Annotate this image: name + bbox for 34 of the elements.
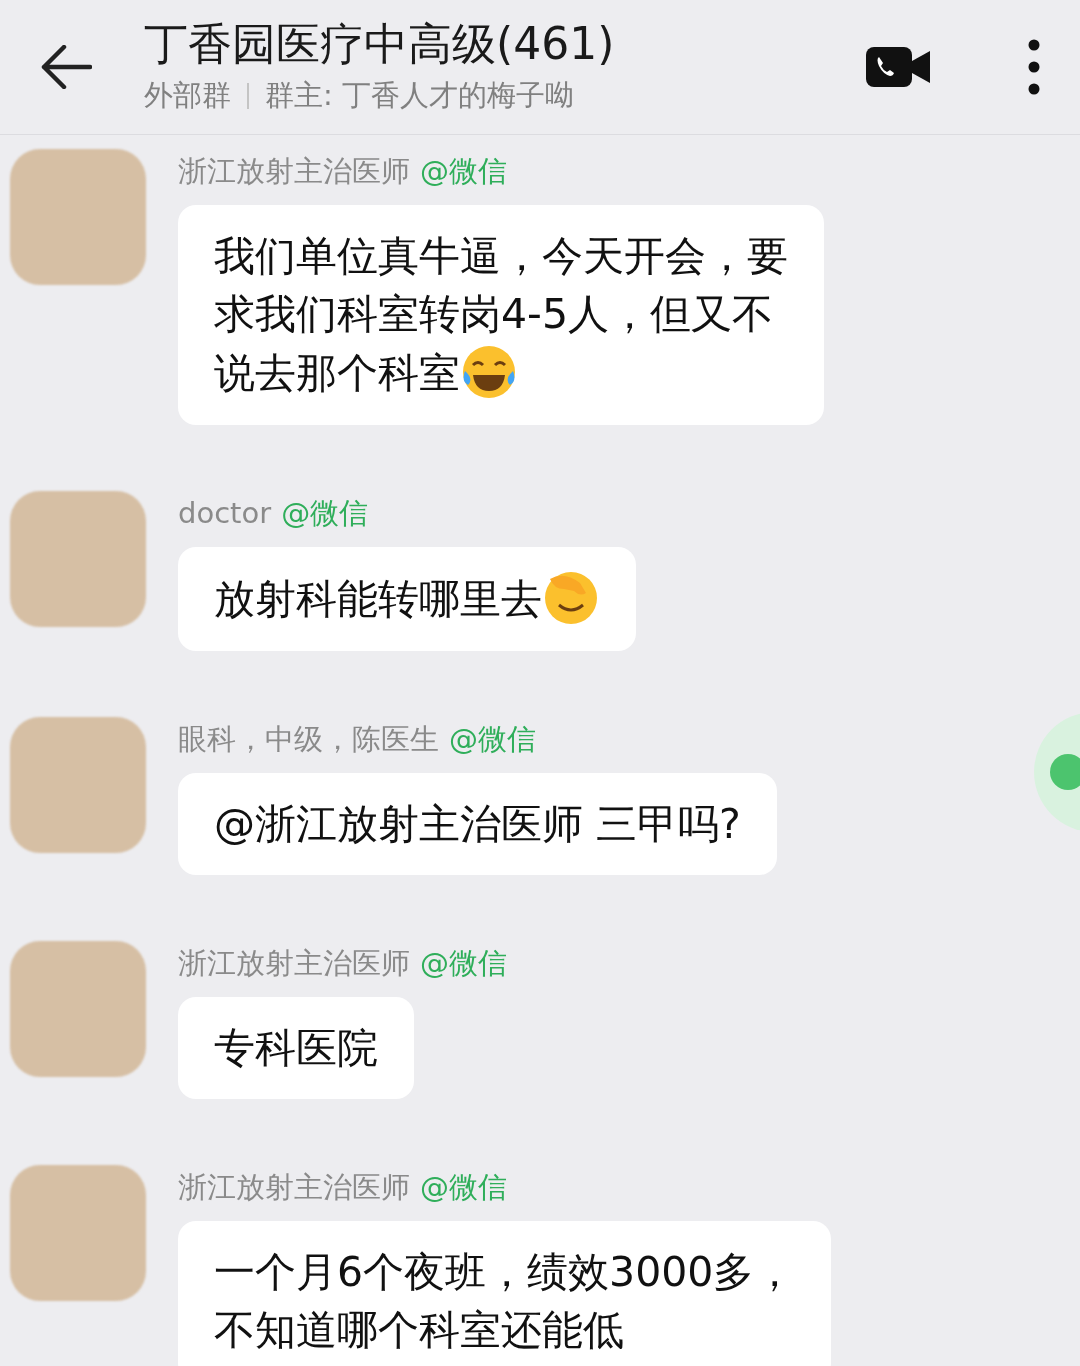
message-text: 我们单位真牛逼，今天开会，要 [214, 231, 788, 282]
message-bubble[interactable]: 放射科能转哪里去 [178, 547, 636, 651]
sender-name: 浙江放射主治医师 [178, 1169, 410, 1205]
group-type-label: 外部群 [144, 77, 231, 114]
message-text: @浙江放射主治医师 三甲吗? [214, 799, 741, 850]
avatar-placeholder[interactable] [10, 1165, 146, 1301]
avatar-placeholder[interactable] [10, 941, 146, 1077]
group-owner-label: 群主: 丁香人才的梅子呦 [265, 77, 574, 114]
sender-name: 眼科，中级，陈医生 [178, 721, 439, 757]
more-options-icon[interactable] [1028, 39, 1040, 95]
avatar-placeholder[interactable] [10, 149, 146, 285]
source-tag: @微信 [449, 721, 536, 757]
group-title: 丁香园医疗中高级(461) [144, 18, 616, 70]
message-text: 说去那个科室 [214, 348, 460, 399]
message-text: 一个月6个夜班，绩效3000多， [214, 1247, 796, 1298]
message-text: 不知道哪个科室还能低 [214, 1305, 624, 1356]
sender-name: 浙江放射主治医师 [178, 153, 410, 189]
message-text: 专科医院 [214, 1023, 378, 1074]
video-call-icon[interactable] [866, 45, 930, 89]
sender-name: doctor [178, 495, 272, 531]
avatar-placeholder[interactable] [10, 717, 146, 853]
sender-name: 浙江放射主治医师 [178, 945, 410, 981]
message-text: 求我们科室转岗4-5人，但又不 [214, 289, 773, 340]
source-tag: @微信 [420, 1169, 507, 1205]
source-tag: @微信 [281, 495, 369, 531]
back-arrow-icon[interactable] [40, 45, 92, 89]
source-tag: @微信 [420, 945, 507, 981]
message-text: 放射科能转哪里去 [214, 574, 542, 625]
message-bubble[interactable]: @浙江放射主治医师 三甲吗? [178, 773, 777, 875]
message-bubble[interactable]: 我们单位真牛逼，今天开会，要 求我们科室转岗4-5人，但又不 说去那个科室 [178, 205, 824, 425]
avatar-placeholder[interactable] [10, 491, 146, 627]
message-bubble[interactable]: 一个月6个夜班，绩效3000多， 不知道哪个科室还能低 [178, 1221, 832, 1366]
source-tag: @微信 [420, 153, 507, 189]
message-bubble[interactable]: 专科医院 [178, 997, 414, 1099]
